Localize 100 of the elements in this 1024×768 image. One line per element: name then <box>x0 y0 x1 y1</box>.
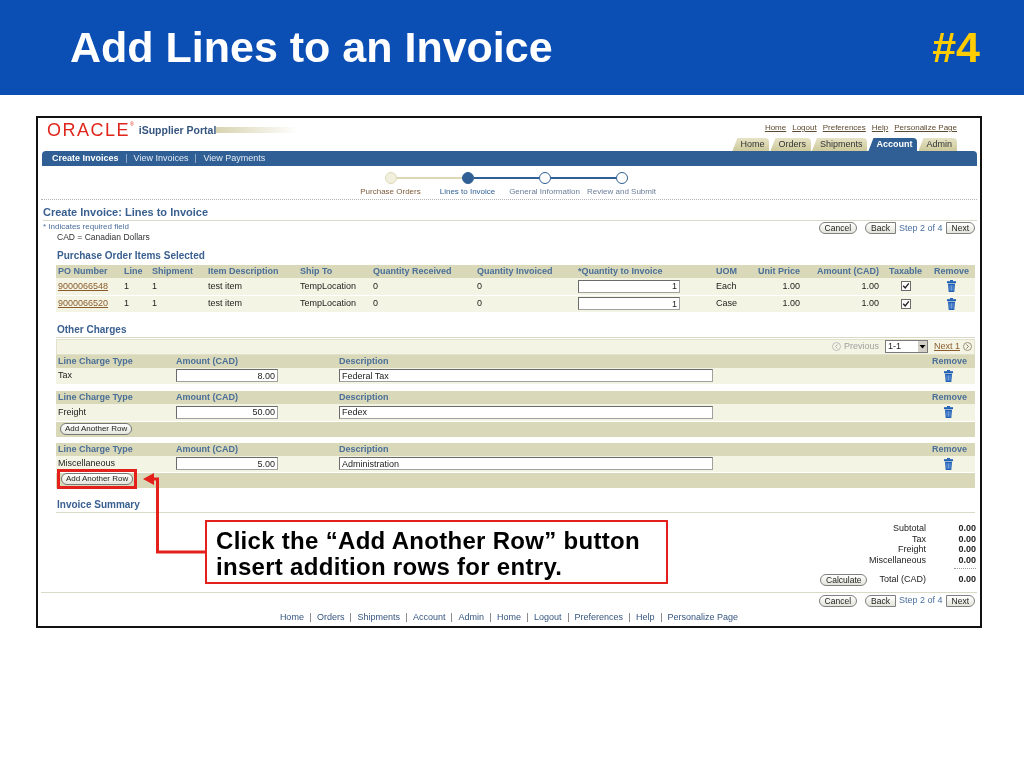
amount-input[interactable]: 8.00 <box>176 369 278 383</box>
nav-tab[interactable]: Orders <box>770 138 811 151</box>
header-link[interactable]: Home <box>764 123 787 132</box>
column-header: Amount (CAD) <box>174 391 337 404</box>
calculate-button[interactable]: Calculate <box>820 573 868 586</box>
column-header: Line Charge Type <box>56 391 174 404</box>
required-note: * Indicates required field <box>43 222 129 232</box>
summary-label: Subtotal <box>892 523 926 534</box>
step-connector <box>474 177 539 179</box>
column-header: Remove <box>921 442 975 456</box>
column-header: Item Description <box>206 265 298 278</box>
summary-value: 0.00 <box>957 544 976 556</box>
subnav-link[interactable]: View Invoices <box>133 153 189 164</box>
taxable-checkbox[interactable] <box>900 281 911 292</box>
column-header: Ship To <box>298 265 371 278</box>
column-header: UOM <box>714 265 750 278</box>
table-cell: 0 <box>371 278 475 295</box>
total-value: 0.00 <box>957 574 976 586</box>
footer-link[interactable]: Help <box>636 611 655 623</box>
amount-input[interactable]: 5.00 <box>176 457 278 471</box>
trash-icon[interactable] <box>947 280 956 293</box>
description-input[interactable]: Administration <box>339 457 713 471</box>
range-select[interactable]: 1-1 <box>885 340 928 353</box>
add-row-button[interactable]: Add Another Row <box>61 473 134 485</box>
quantity-input[interactable]: 1 <box>578 279 680 293</box>
header-link[interactable]: Preferences <box>822 123 866 132</box>
column-header: Quantity Invoiced <box>475 265 576 278</box>
table-cell: TempLocation <box>298 278 371 295</box>
footer-link[interactable]: Account <box>412 611 446 623</box>
page-title: Create Invoice: Lines to Invoice <box>43 206 209 218</box>
column-header: Taxable <box>883 265 928 278</box>
summary-value: 0.00 <box>957 533 976 545</box>
header-link[interactable]: Logout <box>792 123 817 132</box>
amount-input[interactable]: 50.00 <box>176 405 278 419</box>
footer-link[interactable]: Home <box>497 611 521 623</box>
nav-tab[interactable]: Account <box>868 138 918 151</box>
column-header: Description <box>337 442 921 456</box>
description-input[interactable]: Fedex <box>339 405 713 419</box>
summary-value: 0.00 <box>957 555 976 566</box>
column-header: Line <box>122 265 150 278</box>
trash-icon[interactable] <box>944 457 953 470</box>
footer-link[interactable]: Home <box>279 611 304 623</box>
trash-icon[interactable] <box>944 369 953 382</box>
step-label: Review and Submit <box>587 187 656 196</box>
quantity-input[interactable]: 1 <box>578 297 680 310</box>
table-cell: 0 <box>475 278 576 295</box>
summary-label: Tax <box>912 533 926 545</box>
next-button[interactable]: Next <box>945 594 975 607</box>
cancel-button[interactable]: Cancel <box>818 594 858 607</box>
footer-link[interactable]: Shipments <box>357 611 400 623</box>
add-row-button[interactable]: Add Another Row <box>60 423 133 435</box>
footer-link[interactable]: Orders <box>316 611 345 623</box>
column-header: Unit Price <box>750 265 808 278</box>
step-label[interactable]: Purchase Orders <box>360 187 421 196</box>
next-icon[interactable] <box>963 342 972 351</box>
step-indicator: Step 2 of 4 <box>898 222 943 234</box>
column-header: *Quantity to Invoice <box>576 265 714 278</box>
summary-label: Freight <box>898 544 926 556</box>
cancel-button[interactable]: Cancel <box>818 222 858 234</box>
summary-value: 0.00 <box>957 523 976 534</box>
callout: Click the “Add Another Row” button insert addition rows for entry. <box>205 520 668 584</box>
column-header: Quantity Received <box>371 265 475 278</box>
taxable-checkbox[interactable] <box>900 298 911 309</box>
footer-link[interactable]: Admin <box>458 611 484 623</box>
nav-tab[interactable]: Admin <box>918 138 957 151</box>
next-link[interactable]: Next 1 <box>934 341 960 352</box>
table-cell: 1.00 <box>808 278 883 295</box>
column-header: Line Charge Type <box>56 442 174 456</box>
slide-number: #4 <box>932 26 980 69</box>
subnav-link[interactable]: Create Invoices <box>52 153 119 164</box>
back-button[interactable]: Back <box>865 222 896 234</box>
description-input[interactable]: Federal Tax <box>339 369 713 383</box>
section-title: Invoice Summary <box>57 499 140 510</box>
column-header: Amount (CAD) <box>808 265 883 278</box>
step-connector <box>551 177 616 179</box>
next-button[interactable]: Next <box>945 222 975 234</box>
brand-logo: ORACLE$^{®}$ <box>47 121 134 139</box>
nav-tab[interactable]: Shipments <box>811 138 868 151</box>
summary-label: Miscellaneous <box>868 555 926 566</box>
dropdown-caret-icon[interactable] <box>918 341 927 352</box>
table-cell: test item <box>206 278 298 295</box>
total-label: Total (CAD) <box>879 574 926 586</box>
footer-link[interactable]: Preferences <box>574 611 624 623</box>
column-header: Shipment <box>150 265 206 278</box>
back-button[interactable]: Back <box>865 594 896 607</box>
header-link[interactable]: Help <box>871 123 889 132</box>
po-number-link[interactable]: 9000066520 <box>58 298 109 308</box>
footer-link[interactable]: Logout <box>534 611 562 623</box>
table-cell: 1 <box>122 278 150 295</box>
header-link[interactable]: Personalize Page <box>894 123 957 132</box>
footer-link[interactable]: Personalize Page <box>667 611 739 623</box>
column-header: PO Number <box>56 265 122 278</box>
po-number-link[interactable]: 9000066548 <box>58 280 109 291</box>
table-cell: 1 <box>150 278 206 295</box>
trash-icon[interactable] <box>944 406 953 419</box>
step-label: General Information <box>509 187 580 196</box>
step-connector <box>397 177 462 179</box>
trash-icon[interactable] <box>947 297 956 310</box>
subnav-link[interactable]: View Payments <box>203 153 266 164</box>
nav-tab[interactable]: Home <box>732 138 770 151</box>
